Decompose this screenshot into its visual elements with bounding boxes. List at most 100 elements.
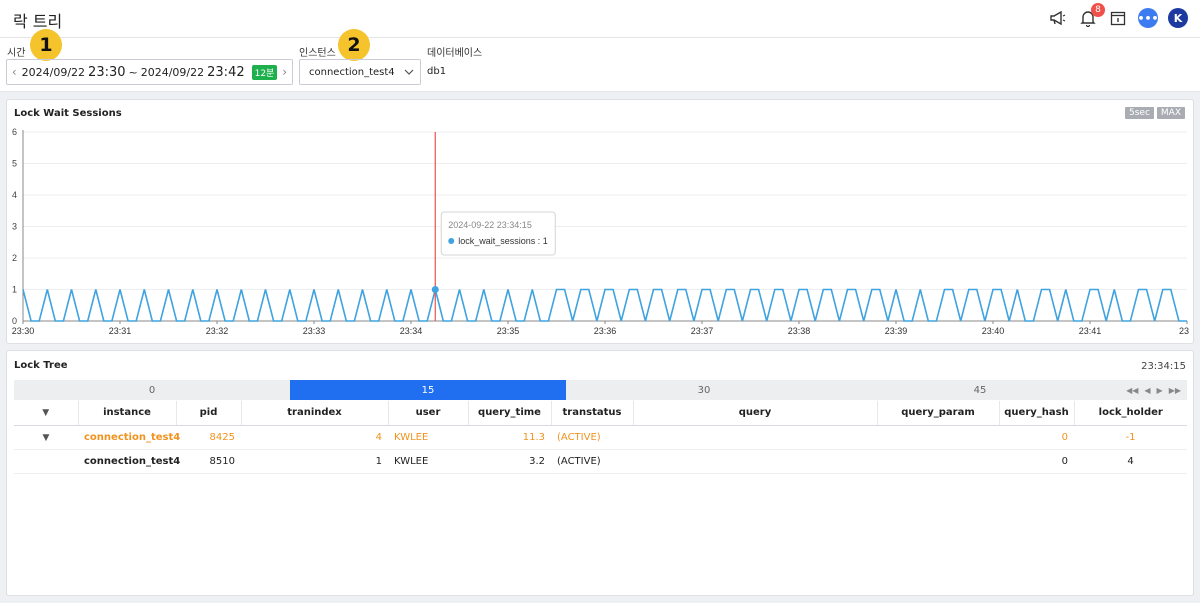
cell-query-time: 3.2 bbox=[468, 449, 551, 474]
cell-query-time: 11.3 bbox=[468, 425, 551, 450]
avatar[interactable]: K bbox=[1168, 8, 1188, 28]
x-tick-label: 23:30 bbox=[12, 326, 35, 336]
cell-query-param bbox=[877, 449, 999, 474]
col-user[interactable]: user bbox=[388, 401, 469, 426]
lock-tree-time: 23:34:15 bbox=[1141, 361, 1186, 372]
last-icon[interactable]: ▶▶ bbox=[1169, 386, 1181, 395]
first-icon[interactable]: ◀◀ bbox=[1126, 386, 1138, 395]
y-tick-label: 1 bbox=[12, 285, 17, 295]
cell-pid: 8510 bbox=[176, 449, 241, 474]
cell-user: KWLEE bbox=[388, 449, 468, 474]
chart-title: Lock Wait Sessions bbox=[14, 108, 122, 119]
row-expand-toggle[interactable]: ▼ bbox=[14, 425, 78, 450]
table-row[interactable]: ▼ connection_test4 8425 4 KWLEE 11.3 (AC… bbox=[14, 425, 1187, 450]
col-query-hash[interactable]: query_hash bbox=[999, 401, 1075, 426]
cell-pid: 8425 bbox=[176, 425, 241, 450]
step-marker-2: 2 bbox=[338, 29, 370, 61]
y-tick-label: 5 bbox=[12, 159, 17, 169]
x-tick-label: 23:37 bbox=[691, 326, 714, 336]
col-tranindex[interactable]: tranindex bbox=[241, 401, 389, 426]
time-range-picker[interactable]: ‹ 2024/09/22 23:30 ~ 2024/09/22 23:42 12… bbox=[6, 59, 293, 85]
tooltip-time: 2024-09-22 23:34:15 bbox=[448, 220, 532, 230]
col-instance[interactable]: instance bbox=[78, 401, 177, 426]
y-tick-label: 0 bbox=[12, 316, 17, 326]
lock-tree-table: ▼ instance pid tranindex user query_time… bbox=[14, 401, 1187, 474]
time-label: 시간 bbox=[7, 48, 26, 59]
next-range-icon[interactable]: › bbox=[277, 65, 292, 79]
slider-seg-45[interactable]: 45 bbox=[842, 380, 1118, 400]
x-tick-label: 23:39 bbox=[885, 326, 908, 336]
page-title: 락 트리 bbox=[13, 12, 63, 31]
max-button[interactable]: MAX bbox=[1156, 107, 1185, 119]
cell-query-hash: 0 bbox=[999, 425, 1074, 450]
x-tick-label: 23:40 bbox=[982, 326, 1005, 336]
calendar-icon[interactable] bbox=[1108, 8, 1128, 28]
cell-query-hash: 0 bbox=[999, 449, 1074, 474]
y-tick-label: 2 bbox=[12, 253, 17, 263]
lock-wait-sessions-panel: 0 1 2 3 4 5 6 23:30 23:31 23:32 23:33 23:34 23:35 23:… bbox=[6, 99, 1194, 344]
notification-badge: 8 bbox=[1091, 3, 1105, 17]
col-pid[interactable]: pid bbox=[176, 401, 242, 426]
interval-5sec-button[interactable]: 5sec bbox=[1125, 107, 1154, 119]
cell-tranindex: 4 bbox=[241, 425, 388, 450]
y-tick-label: 6 bbox=[12, 127, 17, 137]
megaphone-icon[interactable] bbox=[1048, 8, 1068, 28]
cell-instance: connection_test4 bbox=[78, 449, 180, 474]
cell-tranindex: 1 bbox=[241, 449, 388, 474]
end-date: 2024/09/22 bbox=[140, 65, 205, 79]
time-slider[interactable]: 0 15 30 45 ◀◀ ◀ ▶ ▶▶ bbox=[14, 380, 1187, 400]
row-expand-toggle bbox=[14, 449, 78, 474]
x-tick-label: 23:34 bbox=[400, 326, 423, 336]
tooltip-value: lock_wait_sessions : 1 bbox=[458, 236, 548, 246]
chevron-down-icon bbox=[404, 69, 414, 75]
x-tick-label: 23:41 bbox=[1079, 326, 1102, 336]
tooltip-box bbox=[440, 211, 556, 256]
cell-transtatus: (ACTIVE) bbox=[551, 449, 633, 474]
x-tick-label: 23:32 bbox=[206, 326, 229, 336]
time-range-text[interactable]: 2024/09/22 23:30 ~ 2024/09/22 23:42 12분 bbox=[22, 64, 278, 80]
table-row[interactable]: connection_test4 8510 1 KWLEE 3.2 (ACTIV… bbox=[14, 449, 1187, 474]
cell-query bbox=[633, 449, 877, 474]
lock-tree-panel: Lock Tree 23:34:15 0 15 30 45 ◀◀ ◀ ▶ ▶▶ … bbox=[6, 350, 1194, 596]
x-tick-label: 23:35 bbox=[497, 326, 520, 336]
next-icon[interactable]: ▶ bbox=[1157, 386, 1163, 395]
table-header: ▼ instance pid tranindex user query_time… bbox=[14, 401, 1187, 426]
col-lock-holder[interactable]: lock_holder bbox=[1074, 401, 1187, 426]
tooltip-dot bbox=[448, 238, 455, 244]
slider-seg-30[interactable]: 30 bbox=[566, 380, 842, 400]
chat-icon[interactable]: ••• bbox=[1137, 8, 1159, 28]
instance-select[interactable]: connection_test4 bbox=[299, 59, 421, 85]
cell-instance: connection_test4 bbox=[78, 425, 180, 450]
database-label: 데이터베이스 bbox=[427, 48, 483, 59]
top-icons: 8 ••• K bbox=[1048, 3, 1188, 28]
x-tick-label: 23:38 bbox=[788, 326, 811, 336]
slider-seg-0[interactable]: 0 bbox=[14, 380, 290, 400]
series-line bbox=[22, 288, 1187, 322]
col-query-param[interactable]: query_param bbox=[877, 401, 1000, 426]
x-tick-label: 23:33 bbox=[303, 326, 326, 336]
cell-query bbox=[633, 425, 877, 450]
col-query[interactable]: query bbox=[633, 401, 878, 426]
prev-range-icon[interactable]: ‹ bbox=[7, 65, 22, 79]
lock-tree-title: Lock Tree bbox=[14, 360, 68, 371]
chart-buttons: 5sec MAX bbox=[1125, 107, 1185, 119]
col-transtatus[interactable]: transtatus bbox=[551, 401, 634, 426]
expand-all-header[interactable]: ▼ bbox=[14, 401, 79, 426]
x-tick-label: 23:31 bbox=[109, 326, 132, 336]
end-time: 23:42 bbox=[207, 64, 245, 80]
slider-seg-15[interactable]: 15 bbox=[290, 380, 566, 400]
range-separator: ~ bbox=[128, 65, 138, 79]
lock-wait-chart[interactable]: 012345623:30 23:31 23:32 23:33 23:34 23:35 23:… bbox=[7, 100, 1195, 345]
cell-transtatus: (ACTIVE) bbox=[551, 425, 633, 450]
prev-icon[interactable]: ◀ bbox=[1144, 386, 1150, 395]
bell-icon[interactable]: 8 bbox=[1078, 3, 1105, 28]
slider-nav: ◀◀ ◀ ▶ ▶▶ bbox=[1126, 380, 1185, 400]
cell-query-param bbox=[877, 425, 999, 450]
col-query-time[interactable]: query_time bbox=[468, 401, 552, 426]
y-tick-label: 3 bbox=[12, 222, 17, 232]
step-marker-1: 1 bbox=[30, 29, 62, 61]
cell-lock-holder: 4 bbox=[1074, 449, 1187, 474]
hover-point bbox=[431, 286, 439, 293]
database-value: db1 bbox=[427, 66, 447, 77]
cell-user: KWLEE bbox=[388, 425, 468, 450]
